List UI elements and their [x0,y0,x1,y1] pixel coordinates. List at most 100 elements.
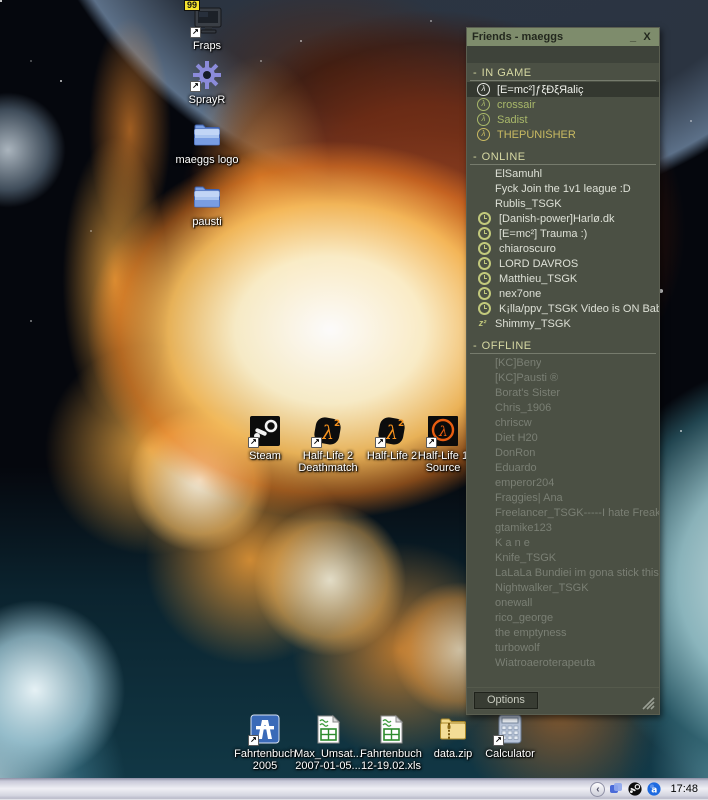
desktop-icon-label: data.zip [434,748,473,760]
antivir-tray-icon[interactable]: a [646,781,662,797]
options-button[interactable]: Options [474,692,538,709]
excel-file-icon [311,712,345,746]
friend-row[interactable]: Eduardo [467,460,659,475]
folder-icon [190,180,224,214]
friend-row[interactable]: DonRon [467,445,659,460]
in-game-icon: λ [477,128,490,141]
friend-row[interactable]: λ[E=mc²]ƒξÐξЯaliç [467,82,659,97]
friend-row[interactable]: Freelancer_TSGK-----I hate Freaking POSE… [467,505,659,520]
desktop-icon-fraps[interactable]: 99 ↗ Fraps [170,4,244,52]
friend-row[interactable]: Fraggies| Ana [467,490,659,505]
friend-row[interactable]: λTHEPÚNIŠHER [467,127,659,142]
friend-row[interactable]: Diet H20 [467,430,659,445]
no-status-icon [476,371,489,384]
friend-row[interactable]: LORD DAVROS [467,256,659,271]
screen: 99 ↗ Fraps [0,0,708,800]
shortcut-arrow-icon: ↗ [493,735,504,746]
away-clock-icon [478,302,491,315]
no-status-icon [476,641,489,654]
away-clock-icon [478,212,491,225]
close-button[interactable]: X [640,31,654,43]
friend-row[interactable]: gtamike123 [467,520,659,535]
lambda-ring-icon: λ ↗ [426,414,460,448]
friend-name: Sadist [497,114,528,126]
no-status-icon [476,521,489,534]
friend-row[interactable]: ElSamuhl [467,166,659,181]
taskbar[interactable]: ‹ a [0,778,708,800]
shortcut-arrow-icon: ↗ [248,437,259,448]
lambda2-icon: λ 2 ↗ [375,414,409,448]
no-status-icon [476,182,489,195]
friend-row[interactable]: emperor204 [467,475,659,490]
no-status-icon [476,611,489,624]
friend-row[interactable]: K¡lla/ppv_TSGK Video is ON Baby 4 real !… [467,301,659,316]
friend-row[interactable]: turbowolf [467,640,659,655]
friend-row[interactable]: nex7one [467,286,659,301]
friend-row[interactable]: chiaroscuro [467,241,659,256]
friend-name: [E=mc²]ƒξÐξЯaliç [497,84,584,96]
taskbar-clock: 17:48 [670,783,702,795]
friend-row[interactable]: Chris_1906 [467,400,659,415]
desktop-icon-hl2-deathmatch[interactable]: λ 2 ↗ Half-Life 2 Deathmatch [291,414,365,474]
hide-inactive-icons-button[interactable]: ‹ [590,782,605,797]
friend-name: ElSamuhl [495,168,542,180]
desktop-icon-maeggs-logo[interactable]: maeggs logo [170,118,244,166]
friend-name: nex7one [499,288,541,300]
no-status-icon [476,566,489,579]
friend-name: onewall [495,597,532,609]
friend-row[interactable]: Wiatroaeroterapeuta [467,655,659,670]
friend-row[interactable]: Matthieu_TSGK [467,271,659,286]
shortcut-arrow-icon: ↗ [375,437,386,448]
resize-grip[interactable] [640,697,655,710]
friend-row[interactable]: Rublis_TSGK [467,196,659,211]
collapse-icon: - [473,67,477,79]
friend-row[interactable]: λSadist [467,112,659,127]
friend-row[interactable]: [Danish-power]Harlø.dk [467,211,659,226]
friend-row[interactable]: [KC]Pausti ® [467,370,659,385]
friends-titlebar[interactable]: Friends - maeggs _ X [467,28,659,46]
section-header-in-game[interactable]: -IN GAME [470,67,656,81]
friend-name: gtamike123 [495,522,552,534]
shortcut-arrow-icon: ↗ [311,437,322,448]
friend-row[interactable]: chriscw [467,415,659,430]
friend-row[interactable]: z²Shimmy_TSGK [467,316,659,331]
desktop-icon-sprayr[interactable]: ↗ SprayR [170,58,244,106]
section-header-online[interactable]: -ONLINE [470,151,656,165]
friend-row[interactable]: rico_george [467,610,659,625]
friend-name: K¡lla/ppv_TSGK Video is ON Baby 4 real !… [499,303,659,315]
stars-decoration [0,0,2,2]
friend-name: Fraggies| Ana [495,492,563,504]
messenger-icon[interactable] [608,781,624,797]
no-status-icon [476,491,489,504]
desktop-icon-calculator[interactable]: ↗ Calculator [473,712,547,760]
friend-row[interactable]: K a n e [467,535,659,550]
section-header-offline[interactable]: -OFFLINE [470,340,656,354]
friends-list: -IN GAMEλ[E=mc²]ƒξÐξЯaliçλcrossairλSadis… [467,63,659,687]
no-status-icon [476,581,489,594]
away-clock-icon [478,227,491,240]
no-status-icon [476,536,489,549]
friend-name: Shimmy_TSGK [495,318,571,330]
friend-row[interactable]: [KC]Beny [467,355,659,370]
autobahn-icon: ↗ [248,712,282,746]
friend-row[interactable]: the emptyness [467,625,659,640]
svg-text:a: a [652,785,658,795]
steam-tray-icon[interactable] [627,781,643,797]
friend-row[interactable]: onewall [467,595,659,610]
steam-logo-icon: ↗ [248,414,282,448]
folder-icon [190,118,224,152]
minimize-button[interactable]: _ [626,31,640,43]
friend-row[interactable]: Fyck Join the 1v1 league :D [467,181,659,196]
no-status-icon [476,626,489,639]
friend-row[interactable]: Nightwalker_TSGK [467,580,659,595]
friend-row[interactable]: Borat's Sister [467,385,659,400]
friend-row[interactable]: [E=mc²] Trauma :) [467,226,659,241]
friend-row[interactable]: λcrossair [467,97,659,112]
collapse-icon: - [473,340,477,352]
desktop-icon-pausti[interactable]: pausti [170,180,244,228]
no-status-icon [476,551,489,564]
away-clock-icon [478,287,491,300]
friend-row[interactable]: Knife_TSGK [467,550,659,565]
friend-row[interactable]: LaLaLa Bundiei im gona stick this way, L… [467,565,659,580]
no-status-icon [476,506,489,519]
